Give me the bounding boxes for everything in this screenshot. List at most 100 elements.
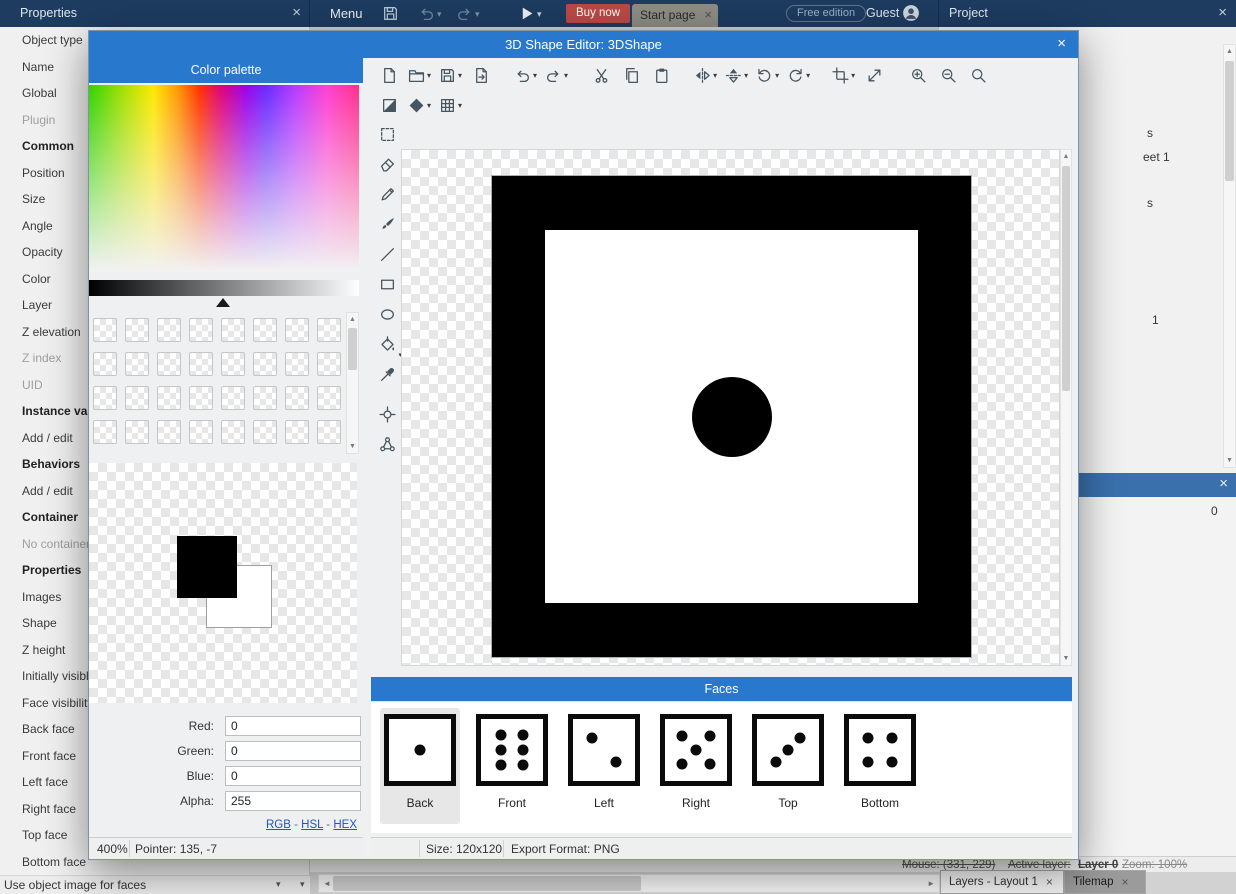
color-swatch[interactable]	[125, 352, 149, 376]
scroll-down-icon[interactable]: ▼	[1224, 454, 1235, 467]
value-slider-marker[interactable]	[216, 298, 230, 307]
eraser-button[interactable]	[374, 151, 400, 177]
tab-tilemap[interactable]: Tilemap ×	[1064, 870, 1146, 894]
scroll-right-icon[interactable]: ►	[927, 879, 935, 888]
dropdown-caret-icon[interactable]: ▾	[475, 9, 480, 20]
brush-button[interactable]	[374, 211, 400, 237]
color-swatch[interactable]	[125, 386, 149, 410]
canvas-scrollbar[interactable]: ▲ ▼	[1060, 149, 1072, 666]
color-swatch[interactable]	[253, 352, 277, 376]
tab-start-page[interactable]: Start page ×	[632, 4, 718, 27]
palette-button[interactable]: ▾	[407, 93, 432, 117]
color-swatch[interactable]	[189, 386, 213, 410]
scrollbar-thumb[interactable]	[333, 876, 641, 891]
buy-now-button[interactable]: Buy now	[566, 4, 630, 23]
export-button[interactable]	[469, 63, 493, 87]
scroll-up-icon[interactable]: ▲	[347, 313, 358, 326]
hex-link[interactable]: HEX	[333, 819, 357, 831]
zoom-in-button[interactable]	[906, 63, 930, 87]
color-swatch[interactable]	[317, 420, 341, 444]
green-input[interactable]	[225, 741, 361, 761]
color-swatch[interactable]	[93, 386, 117, 410]
scroll-down-icon[interactable]: ▼	[347, 440, 358, 453]
line-button[interactable]	[374, 241, 400, 267]
dialog-titlebar[interactable]: 3D Shape Editor: 3DShape ×	[89, 31, 1078, 58]
redo-button[interactable]	[456, 5, 473, 22]
close-icon[interactable]: ×	[1057, 36, 1066, 52]
color-swatch[interactable]	[157, 386, 181, 410]
undo-button[interactable]	[418, 5, 435, 22]
tab-layers-layout-1[interactable]: Layers - Layout 1 ×	[940, 870, 1064, 894]
eyedropper-button[interactable]	[374, 361, 400, 387]
flip-vertical-button[interactable]: ▾	[724, 63, 749, 87]
open-folder-button[interactable]: ▾	[407, 63, 432, 87]
scrollbar-thumb[interactable]	[1225, 61, 1234, 181]
color-swatch[interactable]	[221, 386, 245, 410]
color-swatch[interactable]	[157, 352, 181, 376]
save-button[interactable]	[382, 5, 399, 22]
paste-button[interactable]	[649, 63, 673, 87]
color-swatch[interactable]	[317, 318, 341, 342]
preview-button[interactable]	[518, 5, 535, 22]
pencil-button[interactable]	[374, 181, 400, 207]
color-swatch[interactable]	[253, 420, 277, 444]
scroll-up-icon[interactable]: ▲	[1061, 150, 1071, 163]
background-button[interactable]	[377, 93, 401, 117]
scroll-down-icon[interactable]: ▼	[1061, 652, 1071, 665]
color-swatch[interactable]	[253, 318, 277, 342]
scroll-up-icon[interactable]: ▲	[1224, 45, 1235, 58]
undo-button[interactable]: ▾	[513, 63, 538, 87]
close-icon[interactable]: ×	[1218, 5, 1227, 21]
menu-button[interactable]: Menu	[330, 6, 363, 21]
rotate-cw-button[interactable]: ▾	[786, 63, 811, 87]
rgb-link[interactable]: RGB	[266, 819, 291, 831]
ellipse-button[interactable]	[374, 301, 400, 327]
color-swatch[interactable]	[93, 352, 117, 376]
editor-canvas[interactable]	[401, 149, 1060, 666]
color-swatch[interactable]	[189, 318, 213, 342]
project-tree-item[interactable]: 1	[1152, 313, 1159, 327]
cut-button[interactable]	[589, 63, 613, 87]
horizontal-scrollbar[interactable]: ◄ ►	[318, 874, 940, 893]
zoom-out-button[interactable]	[936, 63, 960, 87]
color-swatch[interactable]	[221, 352, 245, 376]
flip-horizontal-button[interactable]: ▾	[693, 63, 718, 87]
color-swatch[interactable]	[253, 386, 277, 410]
color-swatch[interactable]	[93, 318, 117, 342]
user-avatar-icon[interactable]	[902, 4, 920, 22]
guest-label[interactable]: Guest	[866, 6, 899, 20]
close-icon[interactable]: ×	[1046, 875, 1053, 889]
face-item-front[interactable]: Front	[472, 708, 552, 824]
face-item-top[interactable]: Top	[748, 708, 828, 824]
zoom-reset-button[interactable]	[966, 63, 990, 87]
close-icon[interactable]: ×	[1219, 476, 1228, 492]
color-swatch[interactable]	[285, 386, 309, 410]
scrollbar-thumb[interactable]	[348, 328, 357, 370]
project-scrollbar[interactable]: ▲ ▼	[1223, 44, 1236, 468]
dropdown-caret-icon[interactable]: ▾	[300, 879, 305, 890]
hue-saturation-picker[interactable]	[89, 85, 359, 272]
close-icon[interactable]: ×	[292, 5, 301, 21]
swatch-scrollbar[interactable]: ▲ ▼	[346, 312, 359, 454]
close-icon[interactable]: ×	[1121, 875, 1128, 889]
scrollbar-thumb[interactable]	[1062, 166, 1070, 391]
color-swatch[interactable]	[125, 318, 149, 342]
new-file-button[interactable]	[377, 63, 401, 87]
scroll-left-icon[interactable]: ◄	[323, 879, 331, 888]
foreground-color-swatch[interactable]	[177, 536, 237, 598]
origin-button[interactable]	[374, 401, 400, 427]
dropdown-caret-icon[interactable]: ▾	[276, 879, 281, 890]
marquee-select-button[interactable]	[374, 121, 400, 147]
dropdown-caret-icon[interactable]: ▾	[537, 9, 542, 20]
fill-button[interactable]: ▾	[374, 331, 400, 357]
color-swatch[interactable]	[317, 386, 341, 410]
project-tree-item[interactable]: eet 1	[1143, 150, 1170, 164]
image-points-button[interactable]	[374, 431, 400, 457]
face-item-back[interactable]: Back	[380, 708, 460, 824]
close-icon[interactable]: ×	[704, 7, 712, 22]
red-input[interactable]	[225, 716, 361, 736]
color-swatch[interactable]	[93, 420, 117, 444]
color-swatch[interactable]	[125, 420, 149, 444]
property-value-dropdown[interactable]: Use object image for faces ▾ ▾	[0, 875, 310, 894]
resize-button[interactable]	[862, 63, 886, 87]
